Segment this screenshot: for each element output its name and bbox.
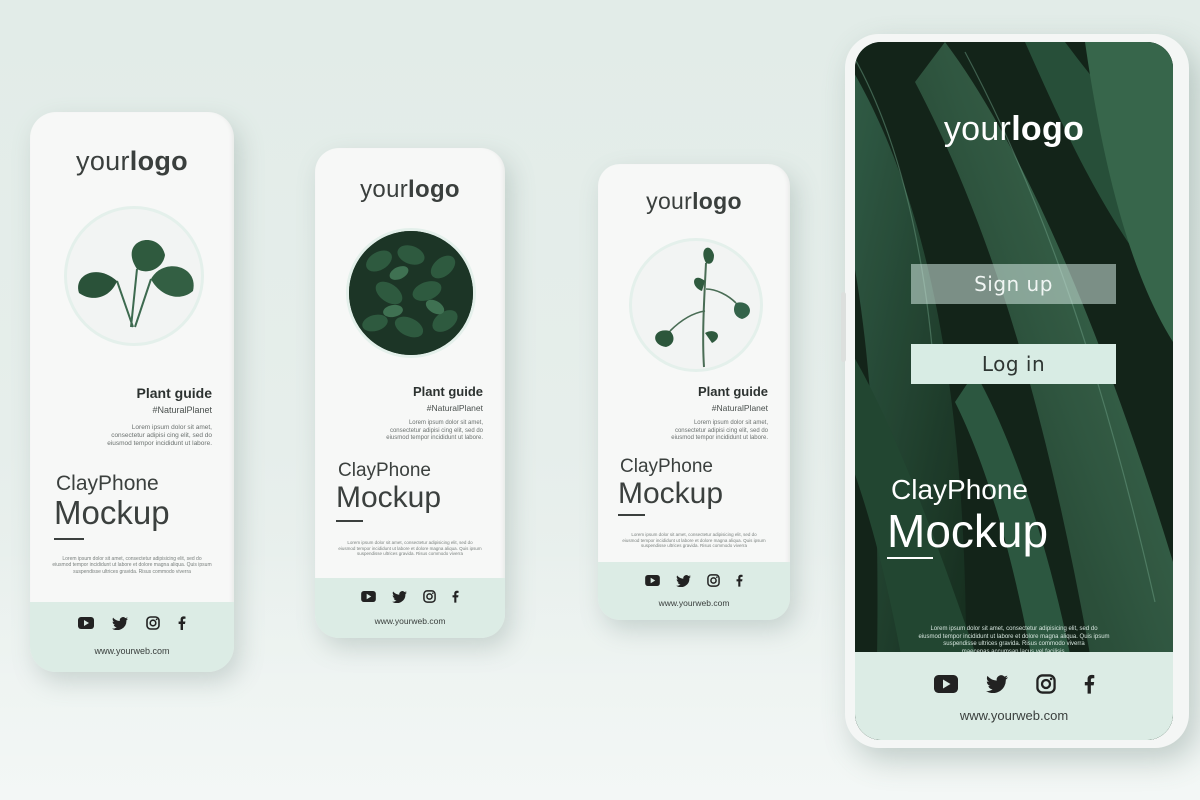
plant-image	[629, 238, 763, 372]
brand-line2: Mockup	[618, 477, 724, 510]
brand-line1: ClayPhone	[338, 460, 431, 481]
youtube-icon[interactable]	[78, 616, 94, 630]
logo: yourlogo	[76, 146, 188, 176]
twitter-icon[interactable]	[676, 574, 691, 587]
brand-line2: Mockup	[336, 481, 442, 514]
plant-guide-lorem: Lorem ipsum dolor sit amet, consectetur a…	[107, 424, 212, 448]
instagram-icon[interactable]	[707, 574, 720, 587]
plant-image	[346, 228, 476, 358]
logo: yourlogo	[360, 176, 460, 203]
website-url[interactable]: www.yourweb.com	[30, 646, 234, 656]
plant-guide-title: Plant guide	[412, 384, 483, 399]
footer: www.yourweb.com	[855, 652, 1173, 740]
social-bar	[315, 590, 505, 603]
plant-guide-tag: #NaturalPlanet	[711, 403, 768, 413]
twitter-icon[interactable]	[985, 674, 1008, 694]
plant-image	[64, 206, 204, 346]
phone-mockup-1: yourlogo Plant guide #NaturalPlanet Lore…	[30, 112, 234, 672]
log-in-button[interactable]: Log in	[911, 344, 1116, 384]
logo: yourlogo	[646, 188, 742, 214]
side-button	[841, 292, 846, 362]
phone-mockup-2: yourlogo Plant guide #NaturalPlanet Lore…	[315, 148, 505, 638]
small-lorem: Lorem ipsum dolor sit amet, consectetur …	[622, 532, 766, 549]
plant-guide-tag: #NaturalPlanet	[426, 403, 483, 413]
facebook-icon[interactable]	[452, 590, 459, 603]
instagram-icon[interactable]	[1035, 674, 1056, 694]
plant-guide-lorem: Lorem ipsum dolor sit amet, consectetur a…	[671, 420, 768, 441]
small-lorem: Lorem ipsum dolor sit amet, consectetur …	[338, 540, 482, 557]
phone-mockup-large: yourlogo Sign up Log in ClayPhone Mockup…	[841, 34, 1189, 748]
footer: www.yourweb.com	[30, 602, 234, 672]
plant-guide-tag: #NaturalPlanet	[152, 405, 212, 415]
logo: yourlogo	[943, 110, 1085, 148]
sign-up-button[interactable]: Sign up	[911, 264, 1116, 304]
social-bar	[598, 574, 790, 587]
website-url[interactable]: www.yourweb.com	[598, 598, 790, 608]
brand-underline	[54, 538, 84, 540]
facebook-icon[interactable]	[178, 616, 186, 630]
website-url[interactable]: www.yourweb.com	[315, 616, 505, 626]
brand-line1: ClayPhone	[56, 472, 159, 495]
brand-underline	[887, 557, 933, 559]
facebook-icon[interactable]	[1084, 674, 1095, 694]
plant-guide-title: Plant guide	[136, 385, 212, 401]
youtube-icon[interactable]	[361, 590, 376, 603]
footer: www.yourweb.com	[315, 578, 505, 638]
website-url[interactable]: www.yourweb.com	[855, 708, 1173, 723]
instagram-icon[interactable]	[146, 616, 160, 630]
brand-line2: Mockup	[887, 505, 1049, 557]
social-bar	[30, 616, 234, 630]
footer: www.yourweb.com	[598, 562, 790, 620]
facebook-icon[interactable]	[736, 574, 743, 587]
brand-line2: Mockup	[54, 494, 170, 531]
social-bar	[855, 674, 1173, 694]
twitter-icon[interactable]	[112, 616, 128, 630]
instagram-icon[interactable]	[423, 590, 436, 603]
brand-line1: ClayPhone	[891, 474, 1028, 505]
plant-guide-title: Plant guide	[697, 384, 768, 399]
brand-underline	[618, 514, 645, 516]
phone-mockup-3: yourlogo Plant guide #NaturalPlanet Lore…	[598, 164, 790, 620]
brand-underline	[336, 520, 363, 522]
small-lorem: Lorem ipsum dolor sit amet, consectetur …	[52, 556, 212, 575]
phone-screen: yourlogo Sign up Log in ClayPhone Mockup…	[855, 42, 1173, 740]
plant-guide-lorem: Lorem ipsum dolor sit amet, consectetur a…	[386, 420, 483, 441]
youtube-icon[interactable]	[645, 574, 660, 587]
youtube-icon[interactable]	[933, 674, 958, 694]
brand-line1: ClayPhone	[620, 456, 713, 477]
twitter-icon[interactable]	[392, 590, 407, 603]
